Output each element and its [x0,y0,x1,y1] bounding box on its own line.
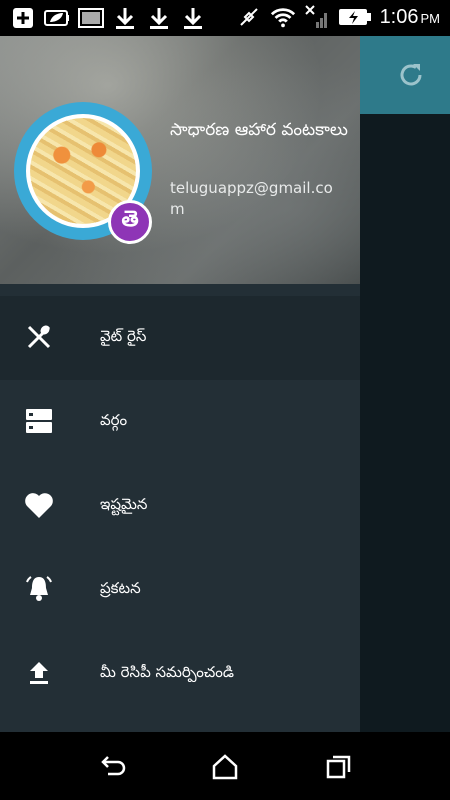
download-icon [180,5,206,31]
app-name: సాధారణ ఆహార వంటకాలు [170,120,348,140]
battery-charging-icon [338,4,372,30]
menu-item-favorites[interactable]: ఇష్టమైన [0,464,360,548]
drawer-header: తె సాధారణ ఆహార వంటకాలు teluguappz@gmail.… [0,36,360,284]
menu-item-announcement[interactable]: ప్రకటన [0,548,360,632]
menu-item-label: ప్రకటన [100,579,141,597]
add-icon [10,5,36,31]
back-icon[interactable] [98,752,128,782]
menu-item-label: వైట్ రైస్ [100,327,147,345]
clock: 1:06 PM [379,5,440,28]
download-icon [146,5,172,31]
home-icon[interactable] [210,752,240,782]
category-list-icon [24,406,54,436]
refresh-icon[interactable] [396,60,426,90]
fork-knife-icon [24,322,54,352]
menu-item-label: ఇష్టమైన [100,495,148,513]
menu-item-label: మీ రెసిపీ సమర్పించండి [100,663,234,681]
system-nav-bar [0,732,450,800]
app-email: teluguappz@gmail.com [170,179,333,218]
background-app[interactable] [360,36,450,732]
navigation-drawer: తె సాధారణ ఆహార వంటకాలు teluguappz@gmail.… [0,36,360,732]
menu-item-label: వర్గం [100,411,128,429]
no-signal-icon [304,4,330,30]
leaf-battery-icon [44,5,70,31]
bell-icon [24,574,54,604]
menu-item-category[interactable]: వర్గం [0,380,360,464]
menu-item-white-rice[interactable]: వైట్ రైస్ [0,296,360,380]
wifi-icon [270,4,296,30]
mute-icon [236,4,262,30]
status-bar: 1:06 PM [0,0,450,36]
image-icon [78,5,104,31]
app-toolbar [360,36,450,114]
recent-apps-icon[interactable] [324,752,354,782]
menu-item-submit-recipe[interactable]: మీ రెసిపీ సమర్పించండి [0,632,360,716]
upload-icon [24,658,54,688]
download-icon [112,5,138,31]
telugu-badge-icon: తె [108,200,152,244]
drawer-menu: వైట్ రైస్ వర్గం ఇష్టమైన ప్రకటన మీ రెసిపీ… [0,296,360,716]
heart-icon [24,490,54,520]
